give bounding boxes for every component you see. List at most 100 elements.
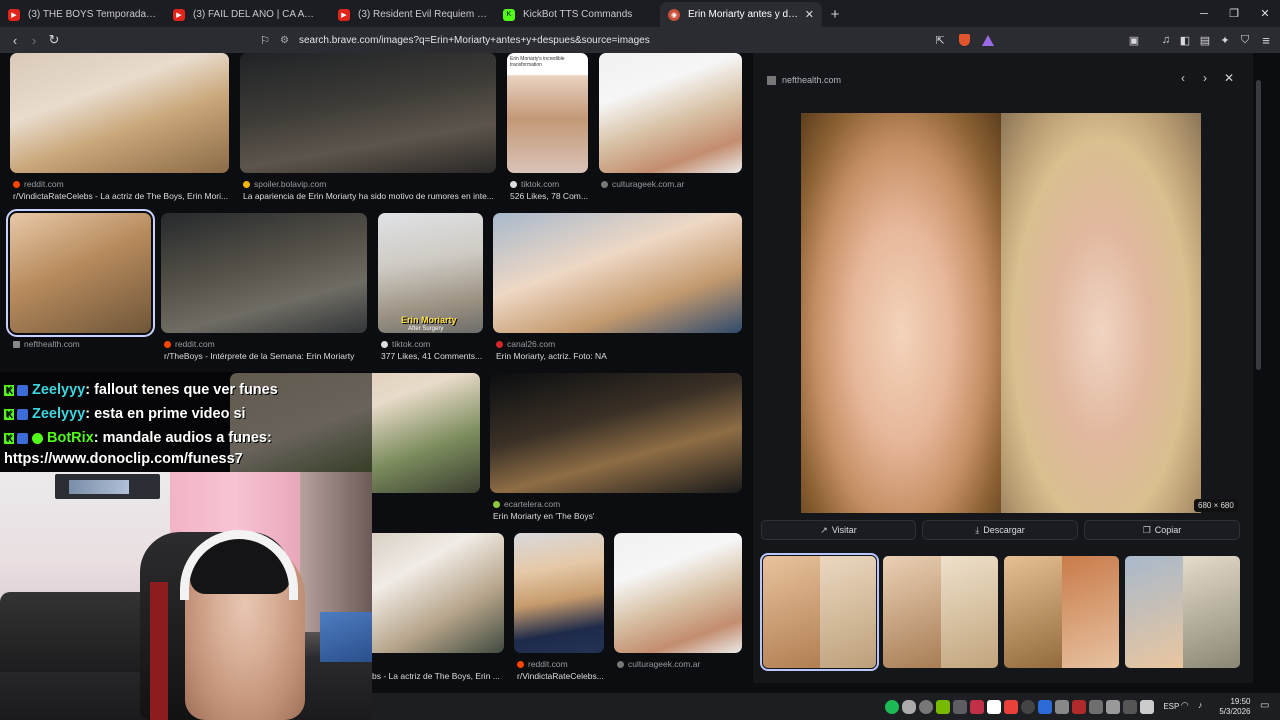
- page-scrollbar[interactable]: [1256, 80, 1261, 370]
- tab-2[interactable]: ▶ (3) FAIL DEL AÑO | CA AWARDS 2026: [165, 2, 330, 27]
- tab-3[interactable]: ▶ (3) Resident Evil Requiem PRIMERA P: [330, 2, 495, 27]
- tray-app-icon[interactable]: [1122, 699, 1137, 714]
- tab-5-active[interactable]: ◉ Erin Moriarty antes y despues - B ✕: [660, 2, 822, 27]
- forward-icon[interactable]: ›: [24, 30, 44, 50]
- result-caption[interactable]: 377 Likes, 41 Comments...: [381, 351, 483, 361]
- address-bar[interactable]: ⚙ search.brave.com/images?q=Erin+Moriart…: [280, 31, 1000, 49]
- visit-button[interactable]: ↗ Visitar: [761, 520, 916, 540]
- result-caption[interactable]: r/TheBoys - Intérprete de la Semana: Eri…: [164, 351, 367, 361]
- result-image-6[interactable]: Erin Moriarty After Surgery: [378, 213, 483, 333]
- spotify-icon[interactable]: [884, 699, 899, 714]
- result-caption[interactable]: r/VindictaRateCelebs - La actriz de The …: [13, 191, 231, 201]
- result-caption[interactable]: 526 Likes, 78 Com...: [510, 191, 590, 201]
- result-image-10[interactable]: [372, 533, 504, 653]
- clock[interactable]: 19:50 5/3/2026: [1219, 697, 1250, 717]
- bookmark-icon[interactable]: ⚐: [255, 30, 275, 50]
- result-image-3[interactable]: Erin Moriarty's incredible transformatio…: [507, 53, 588, 173]
- tray-app-icon[interactable]: [969, 699, 984, 714]
- tab-1[interactable]: ▶ (3) THE BOYS Temporada Final Tráiler: [0, 2, 165, 27]
- tab-label: (3) THE BOYS Temporada Final Tráiler: [28, 9, 157, 20]
- result-image-1[interactable]: [10, 53, 229, 173]
- result-image-selected[interactable]: [6, 209, 155, 337]
- close-window-icon[interactable]: ✕: [1248, 0, 1280, 27]
- image-preview-panel: nefthealth.com ‹ › ✕ 680 × 680 ↗ Visitar …: [753, 53, 1253, 683]
- verified-icon: [32, 432, 43, 444]
- tray-app-icon[interactable]: [1054, 699, 1069, 714]
- site-info-icon[interactable]: ⚙: [280, 35, 289, 46]
- chat-message: K Zeelyyy: fallout tenes que ver funes: [4, 382, 278, 398]
- result-image-4[interactable]: [599, 53, 742, 173]
- menu-icon[interactable]: ≡: [1256, 30, 1276, 50]
- result-image-7[interactable]: [493, 213, 742, 333]
- result-image-11[interactable]: [514, 533, 604, 653]
- related-image-2[interactable]: [883, 556, 998, 668]
- tray-app-icon[interactable]: [986, 699, 1001, 714]
- screenshot-icon[interactable]: ▣: [1124, 30, 1144, 50]
- wallet-icon[interactable]: ▤: [1195, 30, 1215, 50]
- next-icon[interactable]: ›: [1203, 71, 1207, 85]
- tray-app-icon[interactable]: [1003, 699, 1018, 714]
- taskbar: ESP ◠ ♪ 19:50 5/3/2026 ▭: [372, 693, 1280, 720]
- new-tab-button[interactable]: +: [822, 2, 848, 27]
- app-icon[interactable]: [952, 699, 967, 714]
- result-image-5[interactable]: [161, 213, 367, 333]
- chat-message: https://www.donoclip.com/funess7: [4, 451, 243, 467]
- wifi-icon[interactable]: ◠: [1181, 700, 1195, 714]
- result-caption[interactable]: bs - La actriz de The Boys, Erin ...: [372, 671, 502, 681]
- mic-icon[interactable]: [901, 699, 916, 714]
- result-caption[interactable]: La apariencia de Erin Moriarty ha sido m…: [243, 191, 495, 201]
- badge-icon: [17, 408, 28, 420]
- notifications-icon[interactable]: ▭: [1260, 700, 1274, 714]
- leo-ai-icon[interactable]: ✦: [1215, 30, 1235, 50]
- language-indicator[interactable]: ESP: [1163, 702, 1179, 711]
- result-caption[interactable]: r/VindictaRateCelebs...: [517, 671, 605, 681]
- close-preview-icon[interactable]: ✕: [1224, 71, 1234, 85]
- thumb-overlay-text: Erin Moriarty's incredible transformatio…: [510, 56, 565, 68]
- youtube-icon: ▶: [173, 8, 185, 21]
- kick-icon: K: [4, 408, 14, 420]
- tray-app-icon[interactable]: [1139, 699, 1154, 714]
- result-domain: reddit.com: [517, 659, 568, 669]
- vpn-icon[interactable]: ⛉: [1235, 30, 1255, 50]
- back-icon[interactable]: ‹: [5, 30, 25, 50]
- share-icon[interactable]: ⇱: [930, 30, 950, 50]
- related-image-1[interactable]: [760, 553, 879, 671]
- ecartelera-icon: [493, 500, 500, 508]
- reload-icon[interactable]: ↻: [44, 30, 64, 50]
- result-image-2[interactable]: [240, 53, 496, 173]
- image-dimensions: 680 × 680: [1194, 499, 1238, 512]
- result-caption[interactable]: Erin Moriarty, actriz. Foto: NA: [496, 351, 741, 361]
- download-button[interactable]: ⤓ Descargar: [922, 520, 1078, 540]
- result-image-12[interactable]: [614, 533, 742, 653]
- tray-app-icon[interactable]: [1071, 699, 1086, 714]
- nvidia-icon[interactable]: [935, 699, 950, 714]
- previous-icon[interactable]: ‹: [1181, 71, 1185, 85]
- volume-icon[interactable]: ♪: [1198, 700, 1212, 714]
- close-tab-icon[interactable]: ✕: [805, 8, 814, 21]
- reddit-icon: [517, 660, 524, 668]
- media-icon[interactable]: ♫: [1156, 30, 1176, 50]
- result-caption[interactable]: Erin Moriarty en 'The Boys': [493, 511, 738, 521]
- related-image-3[interactable]: [1004, 556, 1119, 668]
- obs-icon[interactable]: [1020, 699, 1035, 714]
- brave-rewards-icon[interactable]: [978, 30, 998, 50]
- preview-source[interactable]: nefthealth.com: [767, 75, 841, 85]
- result-image-9[interactable]: [490, 373, 742, 493]
- sidebar-icon[interactable]: ◧: [1175, 30, 1195, 50]
- culturageek-icon: [617, 660, 624, 668]
- chat-message: K BotRix: mandale audios a funes:: [4, 430, 272, 446]
- restore-icon[interactable]: ❐: [1217, 0, 1251, 27]
- tray-app-icon[interactable]: [1105, 699, 1120, 714]
- minimize-icon[interactable]: ─: [1187, 0, 1221, 27]
- tab-4[interactable]: K KickBot TTS Commands: [495, 2, 660, 27]
- related-image-4[interactable]: [1125, 556, 1240, 668]
- brave-shields-icon[interactable]: [954, 30, 974, 50]
- preview-image[interactable]: [801, 113, 1201, 513]
- result-domain: nefthealth.com: [13, 339, 80, 349]
- copy-button[interactable]: ❐ Copiar: [1084, 520, 1240, 540]
- tray-app-icon[interactable]: [1037, 699, 1052, 714]
- result-domain: culturageek.com.ar: [617, 659, 700, 669]
- tray-app-icon[interactable]: [1088, 699, 1103, 714]
- xbox-icon[interactable]: [918, 699, 933, 714]
- result-domain: ecartelera.com: [493, 499, 560, 509]
